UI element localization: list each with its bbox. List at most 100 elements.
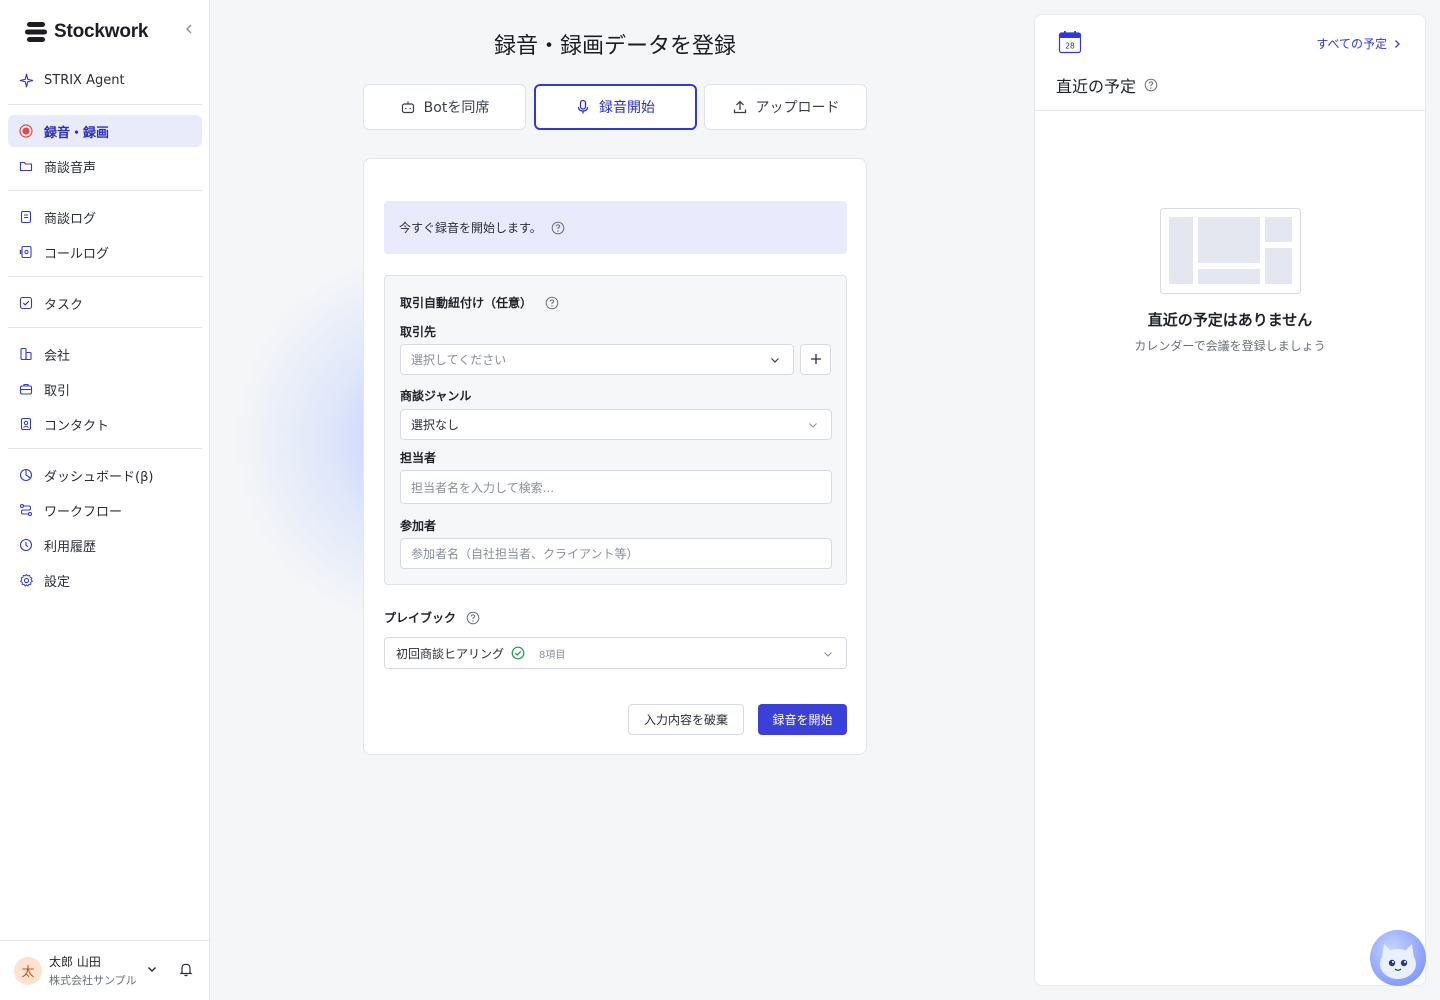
check-circle-icon: [511, 646, 525, 660]
nav-divider: [8, 327, 202, 328]
sidebar-item-usage-history[interactable]: 利用履歴: [8, 529, 202, 561]
user-company: 株式会社サンプル: [49, 974, 137, 987]
playbook-item-count: 8項目: [539, 649, 566, 661]
sidebar-item-dashboard[interactable]: ダッシュボード(β): [8, 459, 202, 491]
playbook-value: 初回商談ヒアリング: [396, 646, 505, 661]
sidebar-item-label: コンタクト: [44, 418, 110, 434]
help-icon[interactable]: [545, 296, 559, 310]
all-schedules-text: すべての予定: [1316, 37, 1387, 51]
task-check-icon: [18, 295, 34, 311]
genre-label: 商談ジャンル: [400, 389, 472, 403]
tab-label: 録音開始: [599, 100, 655, 116]
logo[interactable]: Stockwork: [24, 18, 204, 46]
tab-bot-attend[interactable]: Botを同席: [363, 84, 526, 130]
owner-search-input[interactable]: 担当者名を入力して検索...: [400, 470, 832, 504]
record-icon: [18, 123, 34, 139]
page-title: 録音・録画データを登録: [493, 34, 736, 59]
user-info: 太郎 山田 株式会社サンプル: [49, 953, 137, 988]
briefcase-icon: [18, 381, 34, 397]
playbook-label-text: プレイブック: [384, 611, 457, 625]
sidebar-item-settings[interactable]: 設定: [8, 564, 202, 596]
chevron-down-icon[interactable]: [145, 961, 159, 975]
playbook-label: プレイブック: [384, 609, 480, 626]
sidebar-item-label: ワークフロー: [44, 504, 123, 520]
folder-icon: [18, 158, 34, 174]
upcoming-schedule-panel: 28 すべての予定 直近の予定 直近の予定はありません カレンダーで会議を登録し…: [1034, 14, 1426, 986]
sidebar-item-label: 商談音声: [44, 160, 97, 176]
genre-value: 選択なし: [411, 418, 460, 432]
document-icon: [18, 209, 34, 225]
info-text: 今すぐ録音を開始します。: [399, 221, 542, 235]
sidebar-item-label: 取引: [44, 383, 71, 399]
help-icon[interactable]: [1144, 78, 1158, 92]
playbook-select[interactable]: 初回商談ヒアリング 8項目: [384, 637, 847, 669]
client-select[interactable]: 選択してください: [400, 344, 794, 375]
sidebar-item-meeting-log[interactable]: 商談ログ: [8, 201, 202, 233]
start-recording-button[interactable]: 録音を開始: [758, 704, 847, 735]
call-log-icon: [18, 244, 34, 260]
sidebar-item-contact[interactable]: コンタクト: [8, 408, 202, 440]
client-placeholder: 選択してください: [411, 353, 507, 367]
sidebar-item-label: ダッシュボード(β): [44, 469, 154, 485]
nav-divider: [8, 276, 202, 277]
participants-input[interactable]: 参加者名（自社担当者、クライアント等）: [400, 538, 832, 569]
sidebar-item-label: 商談ログ: [44, 211, 97, 227]
avatar: 太: [14, 956, 42, 985]
help-icon[interactable]: [551, 221, 565, 235]
sidebar-item-recording[interactable]: 録音・録画: [8, 115, 202, 147]
sidebar-item-meeting-audio[interactable]: 商談音声: [8, 150, 202, 182]
tab-label: アップロード: [755, 100, 840, 116]
sidebar-item-deal[interactable]: 取引: [8, 373, 202, 405]
nav-divider: [8, 190, 202, 191]
building-icon: [18, 346, 34, 362]
mode-tabs: Botを同席 録音開始 アップロード: [363, 84, 867, 130]
sidebar: Stockwork STRIX Agent 録音・録画 商談音声 商談ログ コー…: [0, 0, 210, 1000]
sidebar-item-label: コールログ: [44, 246, 110, 262]
microphone-icon: [575, 99, 591, 115]
discard-button[interactable]: 入力内容を破棄: [628, 704, 744, 735]
assistant-chat-button[interactable]: [1370, 930, 1426, 986]
nav-divider: [8, 104, 202, 105]
chevron-down-icon: [822, 648, 834, 660]
sidebar-item-label: タスク: [44, 297, 84, 313]
bot-icon: [400, 99, 416, 115]
user-menu[interactable]: 太 太郎 山田 株式会社サンプル: [0, 940, 210, 1000]
panel-title: 直近の予定: [1056, 73, 1158, 97]
sidebar-item-label: STRIX Agent: [44, 72, 125, 88]
calendar-day: 28: [1065, 42, 1075, 51]
empty-state-title: 直近の予定はありません: [1147, 311, 1313, 329]
chart-icon: [18, 467, 34, 483]
chevron-left-icon[interactable]: [181, 22, 197, 38]
gear-icon: [18, 572, 34, 588]
all-schedules-link[interactable]: すべての予定: [1316, 35, 1403, 52]
empty-state-subtitle: カレンダーで会議を登録しましょう: [1134, 339, 1326, 353]
add-client-button[interactable]: [800, 344, 831, 375]
sidebar-item-task[interactable]: タスク: [8, 287, 202, 319]
sidebar-item-strix-agent[interactable]: STRIX Agent: [8, 64, 202, 96]
bell-icon[interactable]: [178, 961, 194, 977]
contact-icon: [18, 416, 34, 432]
chevron-down-icon: [769, 354, 781, 366]
tab-label: Botを同席: [423, 100, 490, 116]
sidebar-item-company[interactable]: 会社: [8, 338, 202, 370]
owner-label: 担当者: [400, 451, 437, 465]
sidebar-item-call-log[interactable]: コールログ: [8, 236, 202, 268]
empty-calendar-illustration-icon: [1160, 208, 1301, 294]
sparkle-icon: [18, 72, 34, 88]
sidebar-item-label: 録音・録画: [44, 125, 110, 141]
genre-select[interactable]: 選択なし: [400, 409, 832, 440]
workflow-icon: [18, 502, 34, 518]
nav-divider: [8, 448, 202, 449]
sidebar-item-workflow[interactable]: ワークフロー: [8, 494, 202, 526]
panel-title-text: 直近の予定: [1056, 77, 1137, 96]
tab-upload[interactable]: アップロード: [704, 84, 867, 130]
chevron-down-icon: [807, 419, 819, 431]
tab-start-recording[interactable]: 録音開始: [533, 84, 697, 130]
user-name: 太郎 山田: [49, 955, 101, 969]
divider: [1035, 110, 1425, 111]
plus-icon: [810, 350, 822, 369]
calendar-icon: 28: [1058, 31, 1082, 54]
help-icon[interactable]: [466, 611, 480, 625]
info-box: 今すぐ録音を開始します。: [384, 201, 847, 254]
sidebar-item-label: 会社: [44, 348, 71, 364]
